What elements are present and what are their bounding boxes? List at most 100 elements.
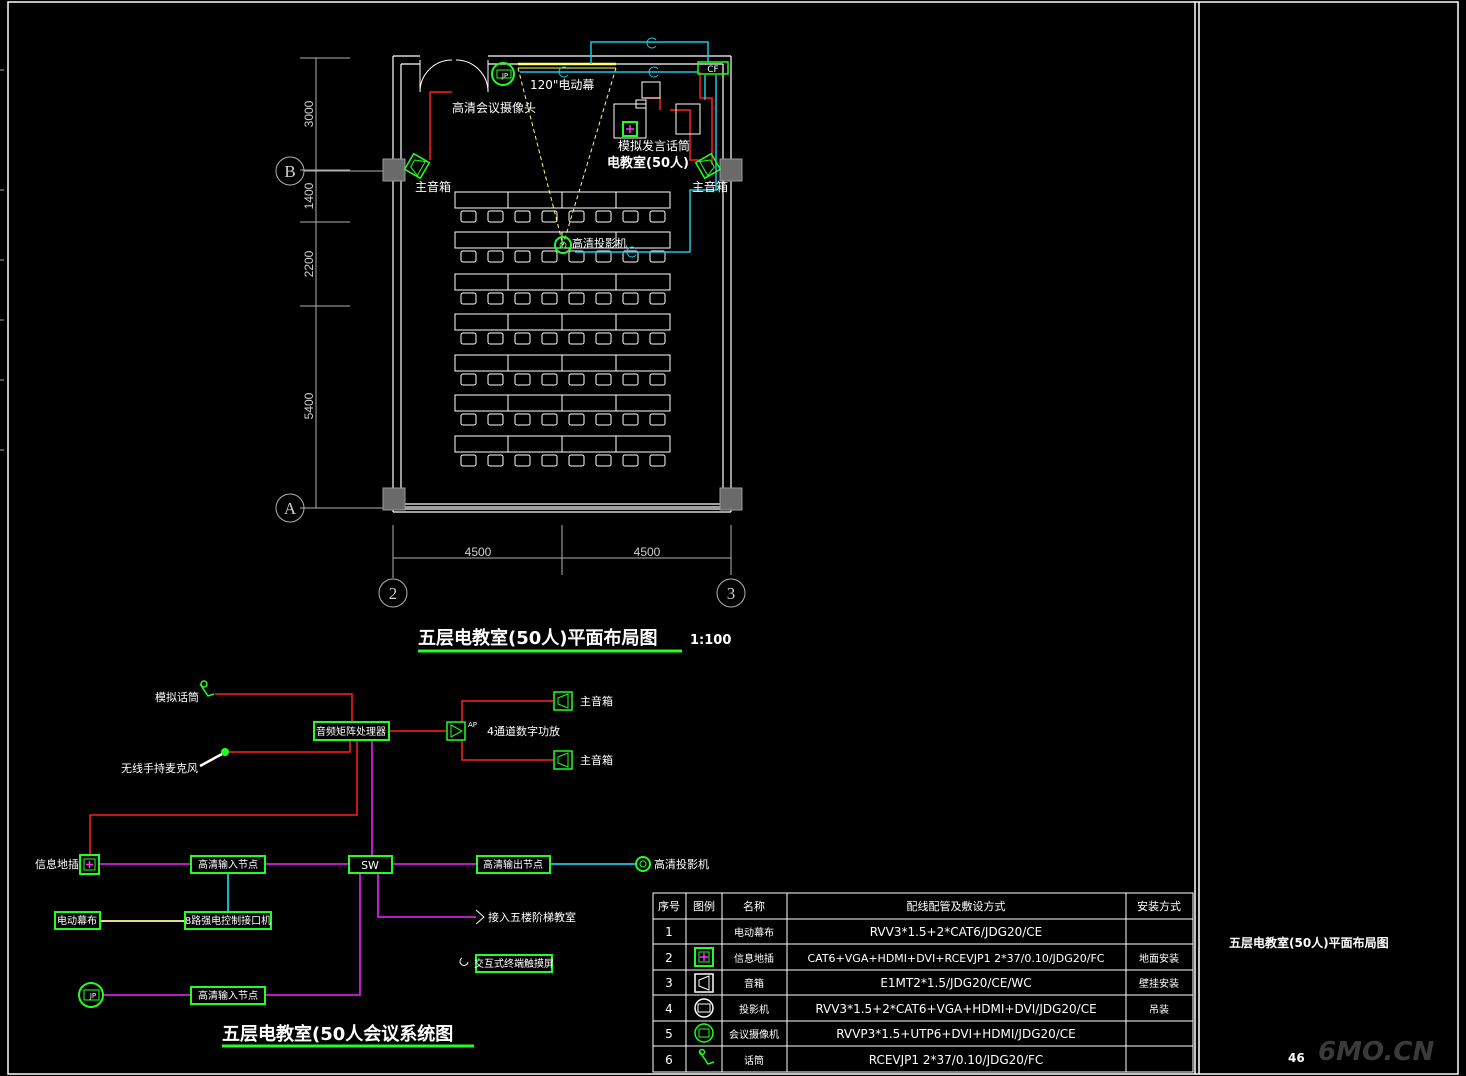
touch-panel-icon <box>459 957 469 966</box>
dim-v-3000: 3000 <box>302 100 316 127</box>
chair <box>460 373 477 386</box>
table-row-install: 壁挂安装 <box>1139 977 1179 990</box>
chair <box>541 292 558 305</box>
table-row-install: 地面安装 <box>1139 952 1179 965</box>
chair <box>514 454 531 467</box>
col-header-install: 安装方式 <box>1137 899 1181 913</box>
projection-cone <box>517 67 617 246</box>
left-edge-ticks <box>0 69 4 451</box>
chair <box>649 332 666 345</box>
chair <box>541 454 558 467</box>
chair <box>487 454 504 467</box>
speaker-right-label: 主音箱 <box>692 179 728 194</box>
col-header-spec: 配线配管及敷设方式 <box>907 899 1006 913</box>
amplifier-icon <box>446 721 466 741</box>
audio-processor-label: 音频矩阵处理器 <box>316 725 386 738</box>
chair <box>622 454 639 467</box>
chair <box>622 413 639 426</box>
table-row-spec: E1MT2*1.5/JDG20/CE/WC <box>880 976 1031 990</box>
table-row-name: 电动幕布 <box>734 926 774 939</box>
axis-bubble-2: 2 <box>378 578 408 608</box>
axis-bubble-b: B <box>275 156 385 186</box>
chair <box>460 292 477 305</box>
chair <box>568 454 585 467</box>
table-row-no: 3 <box>665 976 673 990</box>
chair <box>460 250 477 263</box>
analog-mic-icon <box>199 680 215 697</box>
chair <box>487 332 504 345</box>
relay-interface-label: 8路强电控制接口机 <box>185 914 271 927</box>
structural-columns <box>382 158 743 511</box>
chair <box>487 292 504 305</box>
cf-label: CF <box>707 65 718 75</box>
door-swing <box>419 59 489 93</box>
dim-h-4500-left: 4500 <box>465 545 492 559</box>
col-header-no: 序号 <box>658 899 680 913</box>
legend-mic-icon <box>698 1048 715 1065</box>
chair <box>649 454 666 467</box>
speaker-left-label: 主音箱 <box>415 179 451 194</box>
system-title: 五层电教室(50人会议系统图 <box>222 1023 453 1045</box>
chair <box>460 413 477 426</box>
chair <box>460 454 477 467</box>
dim-h-4500-right: 4500 <box>634 545 661 559</box>
legend-table: 序号 图例 名称 配线配管及敷设方式 安装方式 1 电动幕布 RVV3*1.5+… <box>652 892 1194 1073</box>
system-diagram: 模拟话筒 无线手持麦克风 音频矩阵处理器 AP 4通道数字功放 主音箱 主音箱 <box>35 680 709 1048</box>
table-row-spec: RVVP3*1.5+UTP6+DVI+HDMI/JDG20/CE <box>836 1027 1076 1041</box>
chair <box>622 332 639 345</box>
touch-panel-label: 交互式终端触摸屏 <box>474 957 554 970</box>
chair <box>514 413 531 426</box>
chair <box>595 210 612 223</box>
cyan-wiring <box>227 863 636 912</box>
info-floor-box-icon <box>79 854 100 875</box>
horizontal-dimension-line <box>392 525 732 578</box>
desk-rows <box>454 191 671 467</box>
table-row-spec: RVV3*1.5+2*CAT6/JDG20/CE <box>870 925 1043 939</box>
amp-tag: AP <box>468 721 477 729</box>
legend-floor-box-icon <box>694 947 714 967</box>
chair <box>649 413 666 426</box>
sys-speaker-2-label: 主音箱 <box>580 753 613 767</box>
legend-camera-icon <box>694 1023 714 1043</box>
table-row-name: 会议摄像机 <box>729 1028 779 1041</box>
amplifier-label: 4通道数字功放 <box>487 724 560 738</box>
chair <box>622 373 639 386</box>
sys-camera-jp-label: JP <box>89 992 96 1000</box>
wireless-mic-icon <box>199 748 229 768</box>
chair <box>514 250 531 263</box>
dim-v-1400: 1400 <box>302 182 316 209</box>
chair <box>541 250 558 263</box>
chair <box>541 332 558 345</box>
sys-speaker-1-icon <box>553 691 573 711</box>
wireless-mic-label: 无线手持麦克风 <box>121 761 198 775</box>
plan-scale: 1:100 <box>690 633 731 648</box>
chair <box>595 413 612 426</box>
camera-device: JP <box>491 62 515 86</box>
hd-output-node-label: 高清输出节点 <box>483 858 543 871</box>
watermark: 6MO.CN <box>1318 1037 1434 1067</box>
chair <box>514 292 531 305</box>
info-floor-box-label: 信息地插 <box>35 857 79 871</box>
axis-3-label: 3 <box>727 584 736 603</box>
chair <box>595 373 612 386</box>
mic-floor-box <box>622 121 638 137</box>
chair <box>487 210 504 223</box>
axis-bubble-a: A <box>275 493 385 523</box>
table-row-name: 投影机 <box>739 1003 769 1016</box>
room-label: 电教室(50人) <box>607 155 689 171</box>
floor-plan: 3000 1400 2200 5400 4500 4500 B A 2 3 12… <box>275 37 746 653</box>
sys-camera-icon: JP <box>78 982 104 1008</box>
analog-mic-label: 模拟话筒 <box>155 690 199 704</box>
chair <box>487 413 504 426</box>
hd-input-node-2-label: 高清输入节点 <box>198 989 258 1002</box>
chair <box>541 413 558 426</box>
page-number: 46 <box>1288 1051 1305 1065</box>
legend-speaker-icon <box>694 973 714 993</box>
table-row-no: 4 <box>665 1002 673 1016</box>
chair <box>568 292 585 305</box>
chair <box>514 373 531 386</box>
speaker-left <box>403 152 431 180</box>
sys-speaker-2-icon <box>553 750 573 770</box>
chair <box>595 292 612 305</box>
axis-2-label: 2 <box>389 584 398 603</box>
